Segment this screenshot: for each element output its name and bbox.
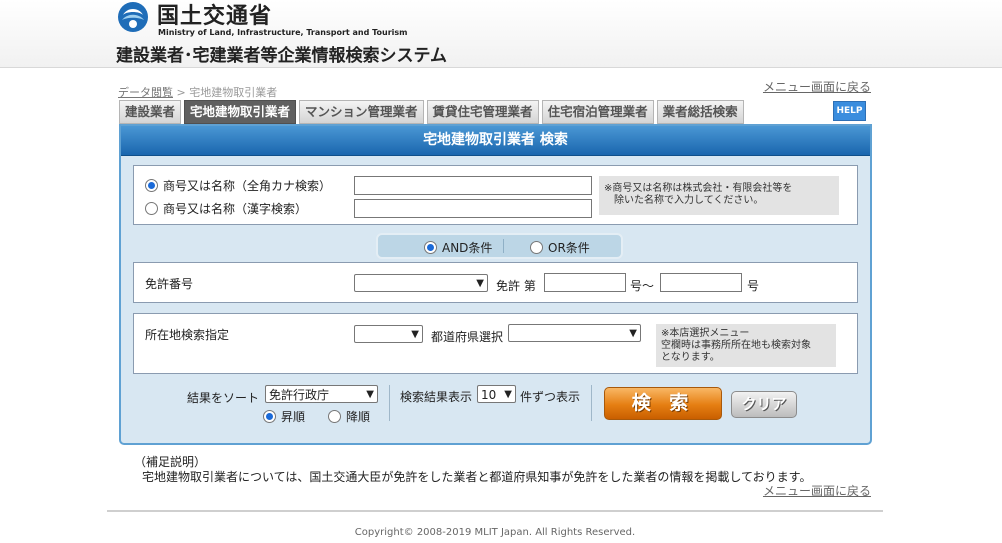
supplement: （補足説明） 宅地建物取引業者については、国土交通大臣が免許をした業者と都道府県… (134, 455, 812, 485)
name-search-note: ※商号又は名称は株式会社・有限会社等を 除いた名称で入力してください。 (599, 176, 839, 215)
footer-divider (107, 510, 883, 512)
supplement-title: （補足説明） (134, 455, 207, 469)
radio-asc-icon[interactable] (263, 410, 276, 423)
radio-or-icon[interactable] (530, 241, 543, 254)
tab-lodging-management[interactable]: 住宅宿泊管理業者 (541, 100, 654, 124)
tab-general-search[interactable]: 業者総括検索 (656, 100, 744, 124)
clear-button[interactable]: クリア (731, 391, 797, 418)
location-type-select[interactable]: ▼ (354, 325, 423, 343)
kanji-name-input[interactable] (354, 199, 592, 218)
radio-asc-option[interactable]: 昇順 (263, 408, 305, 425)
license-label: 免許番号 (145, 277, 194, 291)
license-to-input[interactable] (660, 273, 742, 292)
radio-or-option[interactable]: OR条件 (530, 239, 590, 256)
radio-desc-label: 降順 (346, 410, 371, 424)
breadcrumb-separator: > (176, 86, 186, 99)
breadcrumb-current: 宅地建物取引業者 (189, 86, 278, 99)
copyright: Copyright© 2008-2019 MLIT Japan. All Rig… (354, 527, 636, 538)
page-size-value: 10 (481, 388, 497, 402)
location-note: ※本店選択メニュー 空欄時は事務所所在地も検索対象 となります。 (656, 324, 836, 367)
radio-kanji-option[interactable]: 商号又は名称（漢字検索） (145, 200, 307, 217)
page-size-select[interactable]: 10 ▼ (477, 385, 516, 403)
radio-and-label: AND条件 (442, 241, 493, 255)
tab-real-estate[interactable]: 宅地建物取引業者 (184, 100, 297, 124)
condition-selector: AND条件 OR条件 (376, 233, 623, 259)
radio-kana-icon[interactable] (145, 179, 158, 192)
breadcrumb-root-link[interactable]: データ閲覧 (118, 86, 173, 99)
prefecture-label: 都道府県選択 (431, 330, 504, 344)
radio-kana-label: 商号又は名称（全角カナ検索） (163, 179, 332, 193)
license-range-sep: 号～ (630, 279, 655, 293)
chevron-down-icon: ▼ (629, 328, 637, 339)
license-authority-select[interactable]: ▼ (354, 274, 488, 292)
condition-divider (503, 239, 504, 253)
license-prefix: 免許 第 (496, 279, 536, 293)
location-label: 所在地検索指定 (145, 328, 230, 342)
prefecture-select[interactable]: ▼ (508, 324, 641, 342)
chevron-down-icon: ▼ (366, 389, 374, 400)
kana-name-input[interactable] (354, 176, 592, 195)
radio-desc-icon[interactable] (328, 410, 341, 423)
page-size-suffix: 件ずつ表示 (520, 390, 581, 404)
tab-condo-management[interactable]: マンション管理業者 (299, 100, 424, 124)
license-suffix: 号 (747, 279, 760, 293)
sort-label: 結果をソート (187, 391, 260, 405)
radio-and-option[interactable]: AND条件 (424, 239, 492, 256)
category-tabs: 建設業者 宅地建物取引業者 マンション管理業者 賃貸住宅管理業者 住宅宿泊管理業… (119, 100, 747, 124)
sort-select[interactable]: 免許行政庁 ▼ (265, 385, 378, 403)
chevron-down-icon: ▼ (411, 329, 419, 340)
system-title: 建設業者･宅建業者等企業情報検索システム (116, 46, 447, 66)
menu-back-link-bottom[interactable]: メニュー画面に戻る (763, 482, 871, 499)
tab-construction[interactable]: 建設業者 (119, 100, 182, 124)
radio-asc-label: 昇順 (281, 410, 306, 424)
chevron-down-icon: ▼ (476, 278, 484, 289)
menu-back-link-top[interactable]: メニュー画面に戻る (763, 78, 871, 95)
chevron-down-icon: ▼ (504, 389, 512, 400)
radio-kanji-icon[interactable] (145, 202, 158, 215)
supplement-text: 宅地建物取引業者については、国土交通大臣が免許をした業者と都道府県知事が免許をし… (142, 470, 812, 484)
search-button[interactable]: 検 索 (604, 387, 722, 420)
radio-kana-option[interactable]: 商号又は名称（全角カナ検索） (145, 177, 331, 194)
site-header: 国土交通省 Ministry of Land, Infrastructure, … (0, 0, 1002, 68)
page-size-prefix: 検索結果表示 (400, 390, 473, 404)
sort-divider (389, 385, 390, 421)
button-divider (591, 385, 592, 421)
license-from-input[interactable] (544, 273, 626, 292)
radio-kanji-label: 商号又は名称（漢字検索） (163, 202, 308, 216)
panel-title: 宅地建物取引業者 検索 (121, 126, 870, 156)
breadcrumb: データ閲覧 > 宅地建物取引業者 (118, 84, 277, 100)
radio-or-label: OR条件 (548, 241, 590, 255)
radio-and-icon[interactable] (424, 241, 437, 254)
help-button[interactable]: HELP (833, 101, 866, 121)
mlit-logo-icon (118, 2, 148, 32)
ministry-name-en: Ministry of Land, Infrastructure, Transp… (158, 28, 408, 37)
ministry-name: 国土交通省 (157, 4, 273, 29)
radio-desc-option[interactable]: 降順 (328, 408, 370, 425)
sort-value: 免許行政庁 (269, 388, 330, 402)
tab-rental-management[interactable]: 賃貸住宅管理業者 (426, 100, 539, 124)
